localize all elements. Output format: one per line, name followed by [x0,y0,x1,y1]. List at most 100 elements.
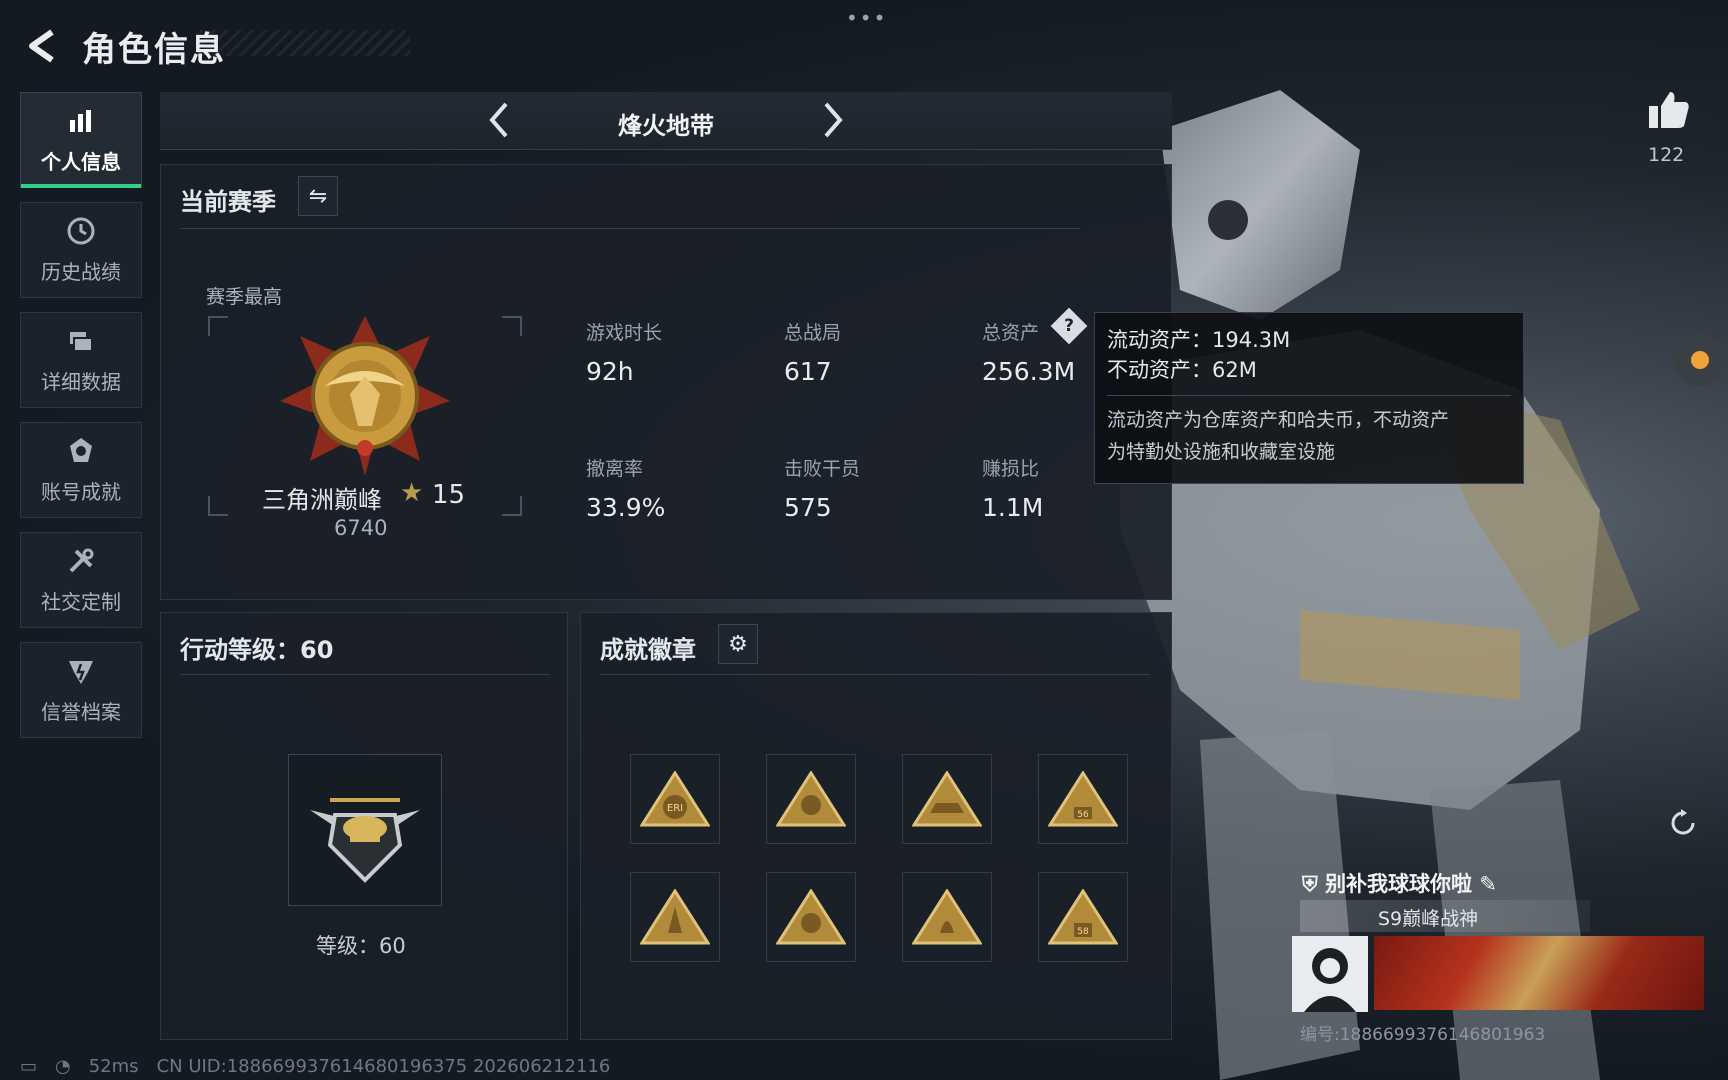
divider [180,674,550,675]
frame-corner [502,316,522,336]
rotate-icon[interactable] [1668,808,1698,838]
stat-value: 1.1M [982,493,1044,522]
avatar-figure-icon [1304,948,1356,1012]
achievement-badge[interactable] [630,872,720,962]
mode-tab-label: 烽火地带 [618,112,714,140]
page-title: 角色信息 [82,30,226,70]
player-name: ⛨ 别补我球球你啦 ✎ [1302,872,1497,896]
triangle-badge-icon [912,771,982,827]
rank-name: 三角洲巅峰 [262,486,382,514]
stat-play-time: 游戏时长 92h [586,318,662,386]
season-title: 当前赛季 [180,188,276,216]
player-title-banner: S9巅峰战神 [1300,900,1590,932]
stat-total-matches: 总战局 617 [784,318,841,386]
stat-extraction-rate: 撤离率 33.9% [586,454,665,522]
switch-season-button[interactable]: ⇋ [298,176,338,216]
more-dots-icon[interactable]: ••• [846,6,887,30]
sidebar-item-label: 历史战绩 [41,259,121,284]
achievement-badge[interactable] [902,754,992,844]
player-banner-image [1374,936,1704,1010]
triangle-badge-icon: ERI [640,771,710,827]
triangle-badge-icon [776,771,846,827]
ping-text: 52ms [88,1056,139,1077]
achievement-badge-icon [70,437,92,462]
likes-count: 122 [1648,144,1685,166]
sidebar-item-label: 详细数据 [41,369,121,394]
frame-corner [502,496,522,516]
stat-operators-defeated: 击败干员 575 [784,454,860,522]
achievement-badge[interactable]: 56 [1038,754,1128,844]
folder-icon [70,331,93,352]
chevron-right-icon[interactable] [812,100,852,140]
achievement-badge[interactable]: ERI [630,754,720,844]
divider [1107,395,1511,396]
svg-text:56: 56 [1077,810,1089,820]
stat-label: 游戏时长 [586,322,663,344]
frame-corner [208,316,228,336]
achievement-badge[interactable] [766,754,856,844]
badges-title: 成就徽章 [600,636,696,664]
rank-stars: 15 [432,480,466,510]
title-decoration [200,30,410,56]
back-arrow-icon[interactable] [22,26,62,66]
stat-label: 赚损比 [982,458,1040,480]
sidebar-item-label: 信誉档案 [41,699,121,724]
help-icon[interactable]: ? [1050,307,1088,345]
tooltip-liquid-assets: 流动资产：194.3M [1107,328,1291,352]
uid-text: CN UID:18866993761468019​6375 2026062121… [156,1056,611,1077]
season-best-label: 赛季最高 [206,286,283,308]
wifi-icon: ◔ [55,1056,71,1077]
achievement-badge[interactable]: 58 [1038,872,1128,962]
history-clock-icon [67,217,95,244]
sidebar-item-history[interactable]: 历史战绩 [20,202,142,298]
svg-text:58: 58 [1077,927,1089,937]
tooltip-fixed-assets: 不动资产：62M [1107,358,1257,382]
rank-score: 6740 [334,516,388,540]
stat-label: 总战局 [784,322,842,344]
triangle-badge-icon [640,889,710,945]
triangle-badge-icon [912,889,982,945]
edit-pencil-icon[interactable]: ✎ [1479,872,1497,896]
triangle-badge-icon [776,889,846,945]
triangle-badge-icon: 56 [1048,771,1118,827]
avatar[interactable] [1292,936,1368,1012]
sidebar-item-label: 账号成就 [41,479,121,504]
helicopter-emblem-icon [310,798,420,883]
sidebar-item-detailed-data[interactable]: 详细数据 [20,312,142,408]
sidebar-item-credit[interactable]: 信誉档案 [20,642,142,738]
mode-tab-bar: 烽火地带 [160,92,1172,150]
tools-icon [69,548,94,572]
assets-tooltip: 流动资产：194.3M 不动资产：62M 流动资产为仓库资产和哈夫币，不动资产 … [1094,312,1524,484]
sidebar-item-personal-info[interactable]: 个人信息 [20,92,142,188]
svg-text:ERI: ERI [667,803,683,814]
thumbs-up-icon[interactable] [1646,88,1690,132]
bar-chart-icon [70,109,91,132]
battery-icon: ▭ [20,1056,38,1077]
stat-value: 617 [784,357,832,386]
stat-profit-loss: 赚损比 1.1M [982,454,1043,522]
divider [600,674,1150,675]
sidebar-item-achievements[interactable]: 账号成就 [20,422,142,518]
stat-label: 击败干员 [784,458,861,480]
stat-value: 256.3M [982,357,1076,386]
tooltip-description-line2: 为特勤处设施和收藏室设施 [1107,441,1336,463]
rank-medal-icon [280,316,450,476]
badge-settings-button[interactable]: ⚙ [718,624,758,664]
frame-corner [208,496,228,516]
level-label: 等级：60 [316,934,406,958]
star-icon: ★ [400,478,424,508]
swap-arrows-icon: ⇋ [308,183,328,209]
stat-value: 92h [586,357,634,386]
achievement-badge[interactable] [902,872,992,962]
stat-value: 33.9% [586,493,666,522]
sidebar-item-social[interactable]: 社交定制 [20,532,142,628]
gear-icon: ⚙ [728,631,748,657]
status-footer: ▭ ◔ 52ms CN UID:18866993761468019​6375 2… [20,1056,610,1077]
credit-shield-icon [69,660,93,684]
stat-value: 575 [784,493,832,522]
shield-icon: ⛨ [1302,872,1318,896]
triangle-badge-icon: 58 [1048,889,1118,945]
achievement-badge[interactable] [766,872,856,962]
stat-label: 撤离率 [586,458,644,480]
sidebar-item-label: 社交定制 [41,589,121,614]
